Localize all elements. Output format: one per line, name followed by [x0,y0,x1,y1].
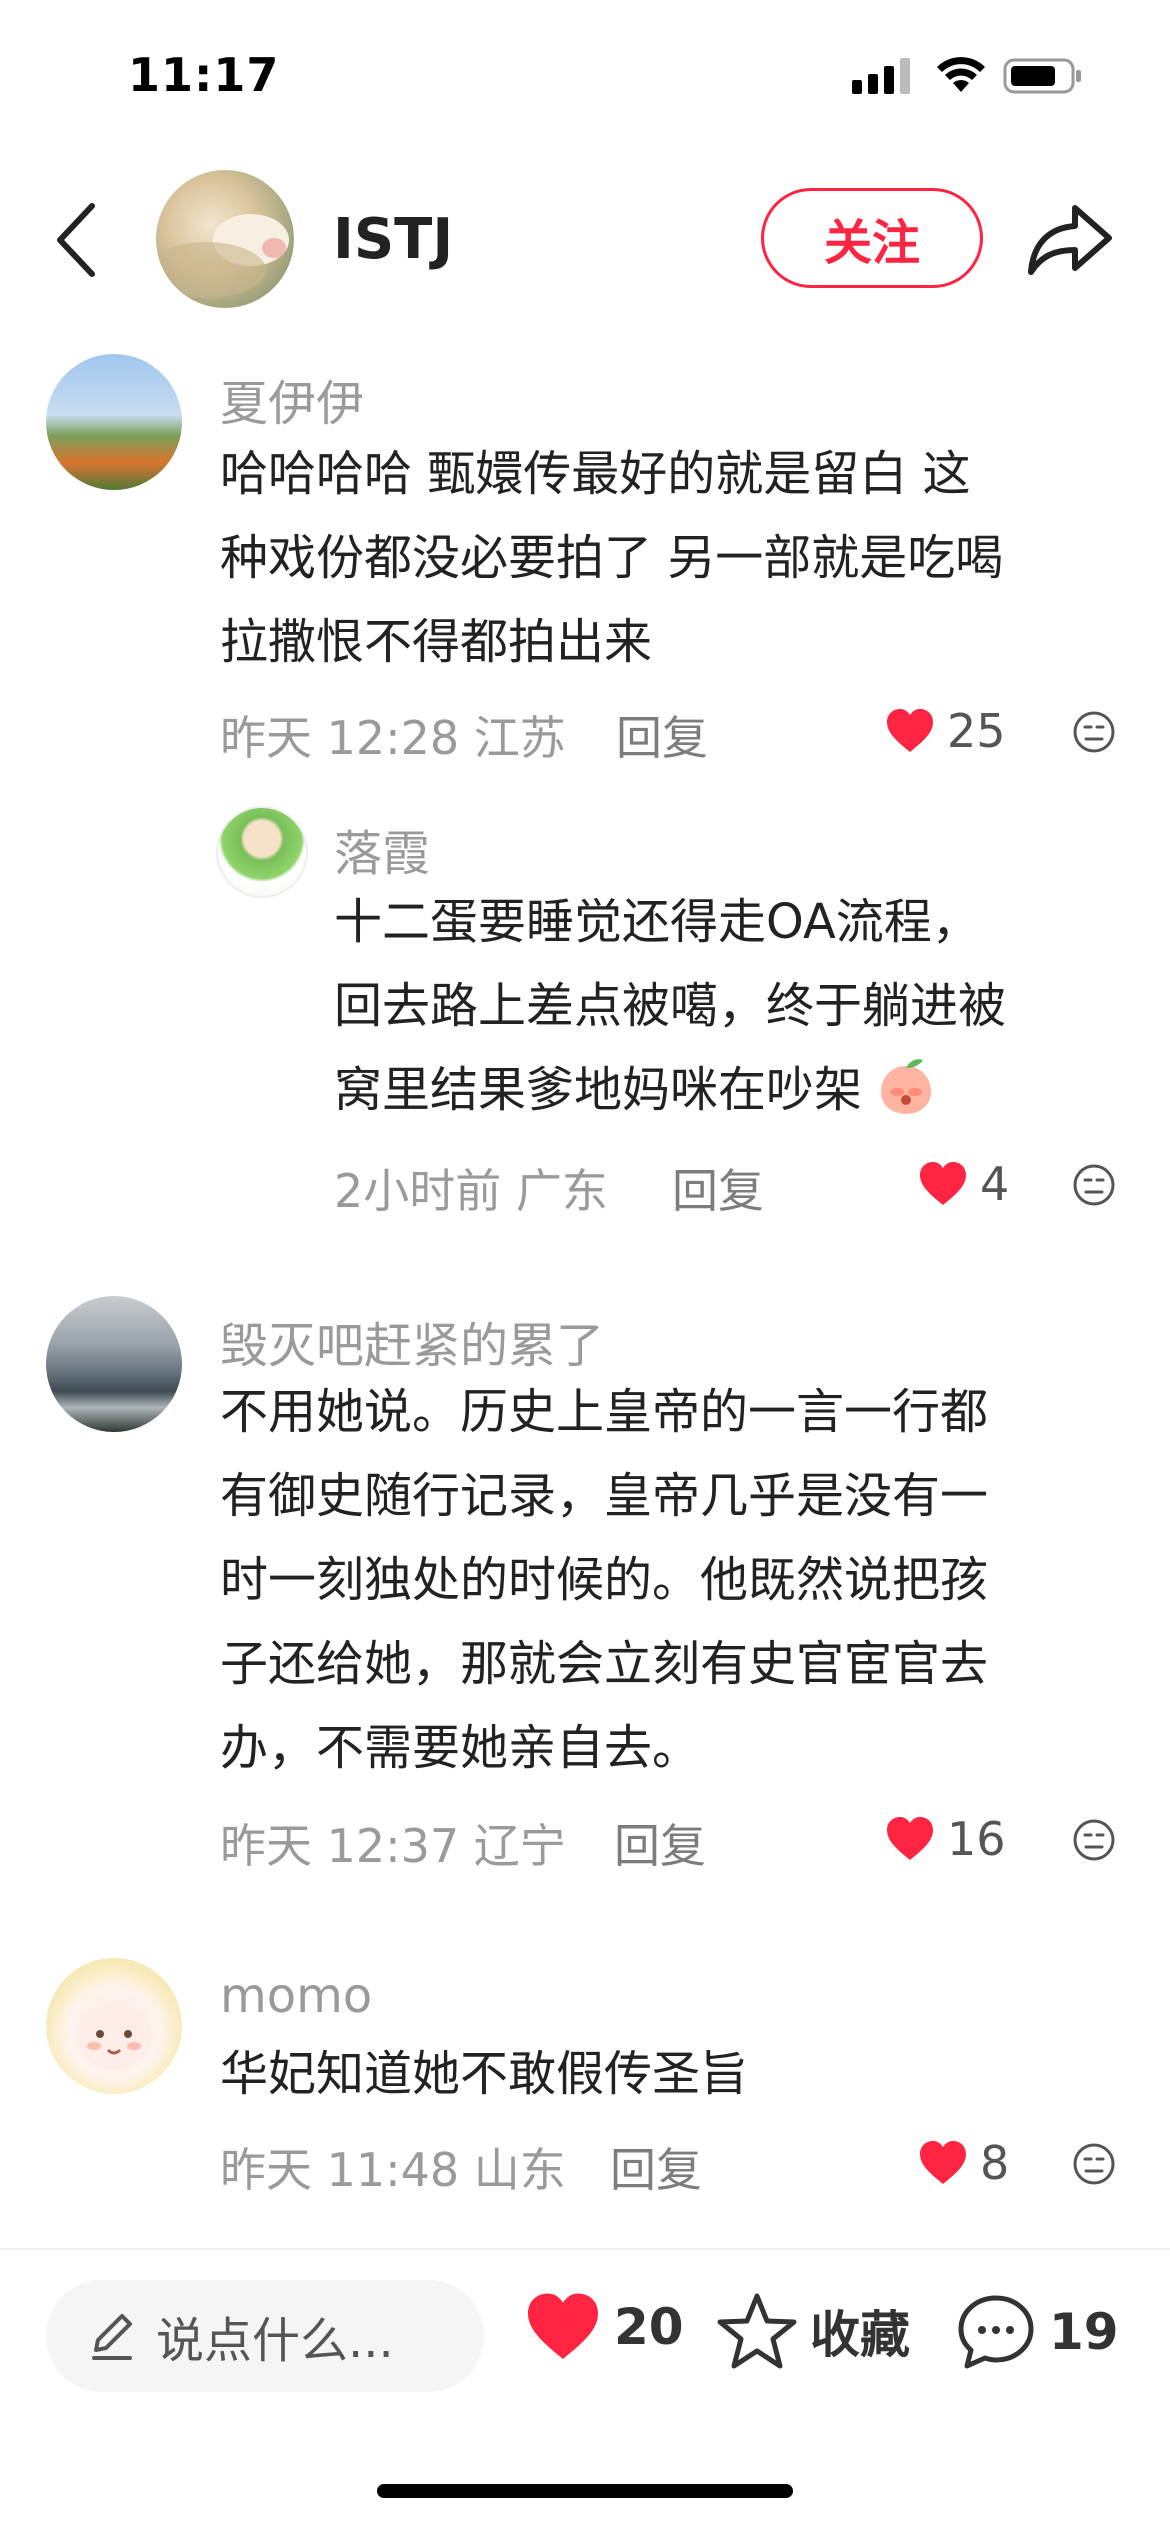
like-count: 4 [980,1157,1010,1211]
commenter-avatar[interactable] [46,1296,182,1432]
comment-meta: 昨天 12:37 辽宁 [220,1819,566,1873]
comment-input[interactable]: 说点什么... [46,2280,484,2392]
comment-text-line: 办，不需要她亲自去。 [220,1720,701,1776]
wifi-icon [937,57,985,92]
comment-text-line: 华妃知道她不敢假传圣旨 [220,2046,749,2102]
author-avatar-image [156,214,289,298]
heart-icon [920,2141,966,2184]
sheep-avatar-image [76,2002,152,2070]
comment-input-placeholder: 说点什么... [156,2313,394,2369]
dislike-icon[interactable] [1072,710,1116,754]
comment-text-line: 哈哈哈哈 甄嬛传最好的就是留白 这 [220,446,971,502]
share-icon[interactable] [1025,200,1115,280]
like-count: 25 [947,704,1006,758]
note-like-button[interactable]: 20 [524,2292,684,2362]
collect-label: 收藏 [810,2306,910,2364]
dislike-icon[interactable] [1072,2142,1116,2186]
reply-text-line-content: 窝里结果爹地妈咪在吵架 [334,1062,863,1118]
status-time: 11:17 [128,48,280,102]
reply-text-line: 十二蛋要睡觉还得走OA流程， [334,894,980,950]
comment-text[interactable]: 华妃知道她不敢假传圣旨 [220,2032,1120,2116]
follow-button[interactable]: 关注 [761,188,983,288]
reply-text-line: 窝里结果爹地妈咪在吵架 [334,1048,1124,1132]
note-header: ISTJ 关注 [0,170,1170,310]
back-icon[interactable] [52,200,102,280]
comment-text-line: 不用她说。历史上皇帝的一言一行都 [220,1384,989,1440]
commenter-avatar[interactable] [46,354,182,490]
battery-icon [1003,58,1081,94]
pencil-icon [92,2314,132,2360]
comment-text-line: 时一刻独处的时候的。他既然说把孩 [220,1552,989,1608]
note-comments-count: 19 [1049,2303,1119,2361]
reply-button[interactable]: 回复 [616,702,708,768]
replier-name[interactable]: 落霞 [334,814,430,884]
like-count: 8 [980,2136,1010,2190]
commenter-name[interactable]: 毁灭吧赶紧的累了 [220,1306,604,1376]
status-bar: 11:17 [0,0,1170,150]
peach-emoji-icon [881,1059,932,1114]
home-indicator[interactable] [377,2484,793,2498]
collect-button[interactable]: 收藏 [716,2292,910,2370]
dislike-icon[interactable] [1072,1818,1116,1862]
comment-meta: 昨天 12:28 江苏 [220,711,566,765]
like-button[interactable]: 16 [885,1812,1006,1866]
note-comments-button[interactable]: 19 [955,2292,1119,2372]
note-like-count: 20 [614,2298,684,2356]
heart-icon [887,1817,933,1860]
heart-icon [887,709,933,752]
like-count: 16 [947,1812,1006,1866]
comment-text-line: 拉撒恨不得都拍出来 [220,614,653,670]
comment-text-line: 种戏份都没必要拍了 另一部就是吃喝 [220,530,1004,586]
commenter-name[interactable]: momo [220,1968,372,2024]
like-button[interactable]: 4 [918,1157,1009,1211]
replier-avatar[interactable] [216,806,308,898]
bottom-action-bar: 说点什么... 20 收藏 19 [0,2248,1170,2450]
author-avatar[interactable] [156,170,294,308]
dislike-icon[interactable] [1072,1163,1116,1207]
comment-text[interactable]: 哈哈哈哈 甄嬛传最好的就是留白 这 种戏份都没必要拍了 另一部就是吃喝 拉撒恨不… [220,432,1120,684]
comment-text-line: 子还给她，那就会立刻有史官宦官去 [220,1636,989,1692]
like-button[interactable]: 25 [885,704,1006,758]
commenter-avatar[interactable] [46,1958,182,2094]
comment-text-line: 有御史随行记录，皇帝几乎是没有一 [220,1468,989,1524]
author-name[interactable]: ISTJ [333,207,453,272]
comment-meta: 昨天 11:48 山东 [220,2143,566,2197]
heart-icon [528,2293,598,2359]
like-button[interactable]: 8 [918,2136,1009,2190]
reply-text-line: 回去路上差点被噶，终于躺进被 [334,978,1007,1034]
star-icon [717,2293,797,2369]
commenter-name[interactable]: 夏伊伊 [220,364,364,434]
cellular-signal-icon [852,58,910,94]
heart-icon [920,1162,966,1205]
reply-button[interactable]: 回复 [614,1810,706,1876]
reply-button[interactable]: 回复 [672,1155,764,1221]
reply-text[interactable]: 十二蛋要睡觉还得走OA流程， 回去路上差点被噶，终于躺进被 窝里结果爹地妈咪在吵… [334,880,1124,1132]
reply-meta: 2小时前 广东 [334,1164,608,1218]
chat-bubble-icon [958,2295,1034,2369]
reply-button[interactable]: 回复 [610,2134,702,2200]
comment-text[interactable]: 不用她说。历史上皇帝的一言一行都 有御史随行记录，皇帝几乎是没有一 时一刻独处的… [220,1370,1120,1790]
